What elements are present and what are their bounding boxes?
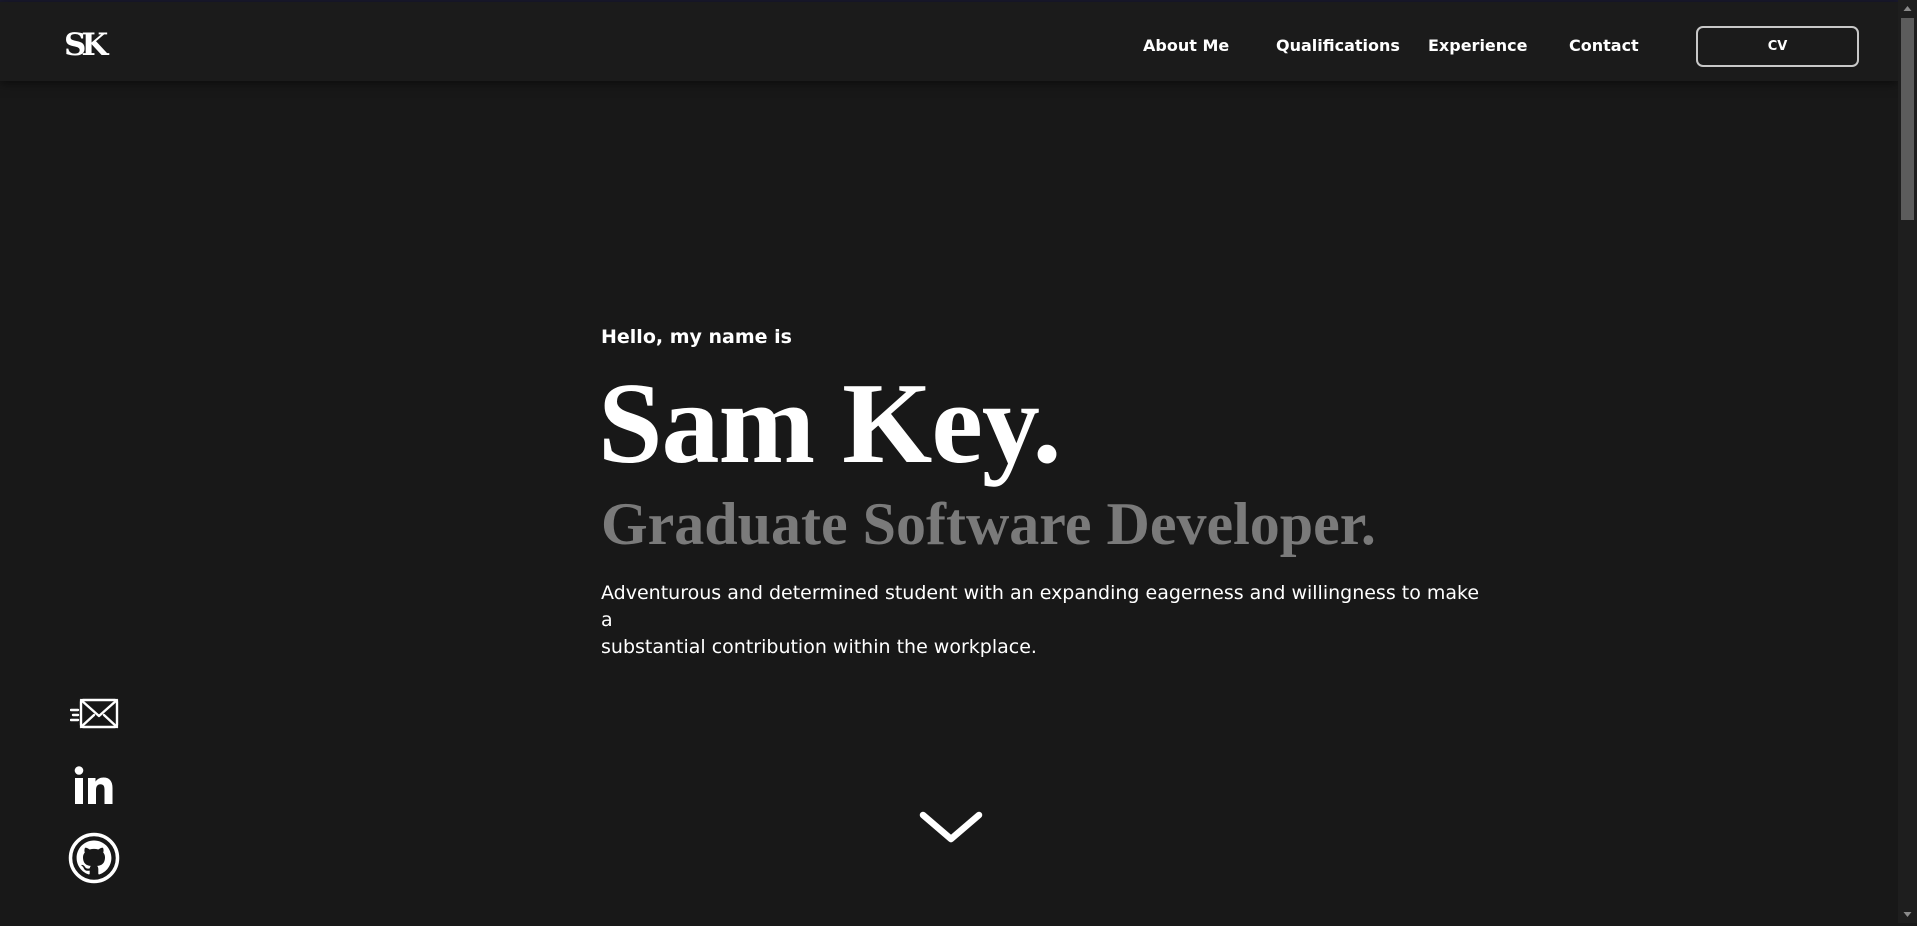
page-scrollbar[interactable] (1898, 0, 1917, 923)
nav-link-about-me[interactable]: About Me (1143, 36, 1229, 56)
hero-greeting: Hello, my name is (601, 326, 792, 348)
cv-button-label: CV (1767, 39, 1788, 54)
hero-bio-line-2: substantial contribution within the work… (601, 636, 1037, 658)
cv-button[interactable]: CV (1696, 26, 1859, 67)
navbar: SK About Me Qualifications Experience Co… (0, 2, 1898, 81)
linkedin-icon[interactable] (74, 766, 114, 811)
logo[interactable]: SK (64, 30, 108, 61)
hero-role: Graduate Software Developer. (601, 491, 1376, 557)
nav-link-qualifications[interactable]: Qualifications (1276, 36, 1400, 56)
scroll-down-arrow-icon[interactable] (1898, 907, 1917, 921)
hero-bio: Adventurous and determined student with … (601, 580, 1481, 661)
scroll-down-chevron-icon[interactable] (918, 810, 984, 851)
scrollbar-thumb[interactable] (1901, 18, 1914, 220)
scroll-up-arrow-icon[interactable] (1898, 2, 1917, 16)
nav-link-contact[interactable]: Contact (1569, 36, 1639, 56)
hero-bio-line-1: Adventurous and determined student with … (601, 582, 1480, 631)
nav-link-experience[interactable]: Experience (1428, 36, 1528, 56)
email-icon[interactable] (69, 697, 120, 736)
hero-name: Sam Key. (598, 360, 1061, 488)
github-icon[interactable] (68, 832, 120, 889)
